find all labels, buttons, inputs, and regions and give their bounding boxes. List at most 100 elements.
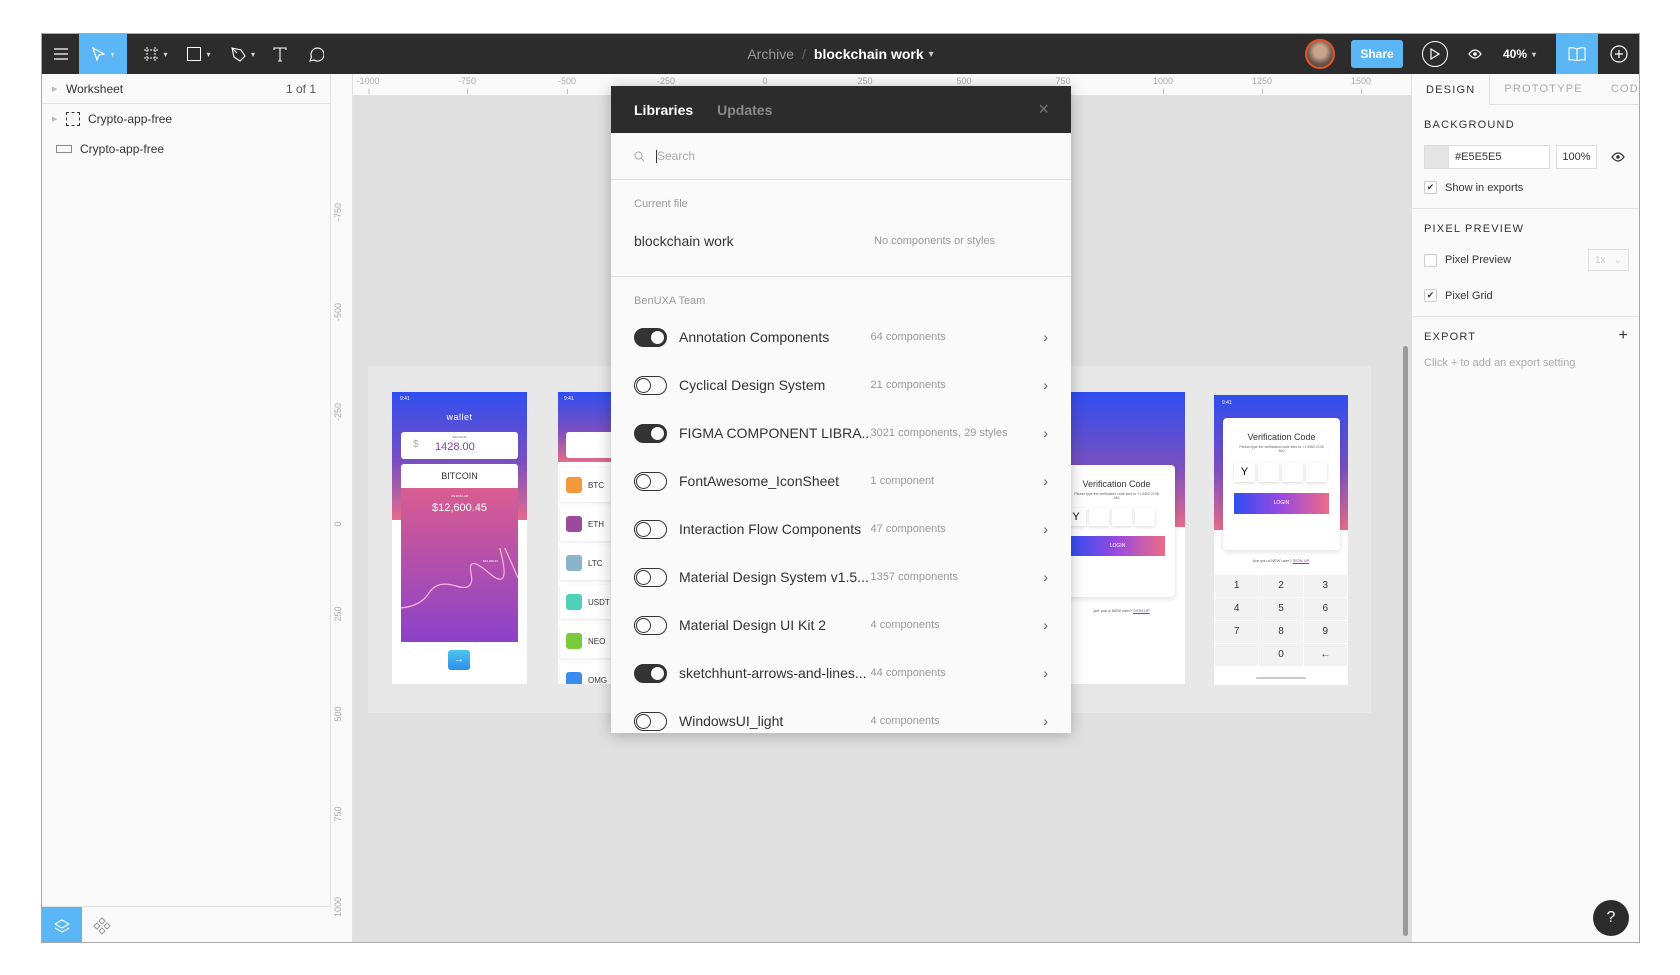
- plugins-button[interactable]: [1598, 34, 1639, 74]
- layer-item[interactable]: ▶ Crypto-app-free: [42, 104, 330, 134]
- verification-screen-2[interactable]: 9:41 Verification Code Please type the v…: [1214, 395, 1348, 685]
- vertical-scrollbar[interactable]: [1403, 346, 1408, 936]
- move-tool-button[interactable]: ▾: [79, 34, 127, 74]
- library-toggle[interactable]: [634, 423, 667, 443]
- library-name: FIGMA COMPONENT LIBRA...: [679, 425, 871, 441]
- pixel-scale-select[interactable]: 1x ⌄: [1588, 249, 1629, 271]
- library-toggle[interactable]: [634, 663, 667, 683]
- current-file-section: Current file blockchain work No componen…: [611, 180, 1071, 277]
- user-avatar[interactable]: [1305, 39, 1335, 69]
- keypad-key: 7: [1215, 621, 1259, 643]
- library-toggle[interactable]: [634, 327, 667, 347]
- library-toggle[interactable]: [634, 567, 667, 587]
- library-row[interactable]: FontAwesome_IconSheet 1 component ›: [634, 457, 1048, 505]
- page-selector[interactable]: ▶ Worksheet 1 of 1: [42, 74, 330, 104]
- chevron-right-icon[interactable]: ›: [1043, 521, 1048, 537]
- ruler-tick: -250: [333, 402, 343, 421]
- library-toggle[interactable]: [634, 375, 667, 395]
- layers-tab[interactable]: [42, 907, 82, 942]
- present-button[interactable]: [1422, 41, 1448, 67]
- layer-item[interactable]: Crypto-app-free: [42, 134, 330, 164]
- library-desc: 1 component: [870, 475, 935, 487]
- chevron-right-icon[interactable]: ›: [1043, 377, 1048, 393]
- verification-screen-1[interactable]: Verification Code Please type the verifi…: [1068, 392, 1185, 684]
- wallet-screen[interactable]: 9:41 wallet $ BALANCE 1428.00 BITCOIN US…: [392, 392, 527, 684]
- library-row[interactable]: WindowsUI_light 4 components ›: [634, 697, 1048, 733]
- comment-tool-button[interactable]: [302, 34, 330, 74]
- shape-tool-button[interactable]: ▾: [181, 34, 217, 74]
- library-desc: 64 components: [870, 331, 946, 343]
- text-tool-button[interactable]: [266, 34, 294, 74]
- keypad-key: 2: [1259, 575, 1303, 597]
- chevron-right-icon[interactable]: ›: [1043, 425, 1048, 441]
- signup-prompt-text: Are you a NEW user?: [1093, 608, 1133, 613]
- library-row[interactable]: Material Design UI Kit 2 4 components ›: [634, 601, 1048, 649]
- chevron-right-icon[interactable]: ›: [1043, 617, 1048, 633]
- ruler-tick: -750: [457, 76, 477, 94]
- coin-icon: [566, 594, 582, 610]
- chevron-right-icon[interactable]: ›: [1043, 569, 1048, 585]
- tab-libraries[interactable]: Libraries: [634, 102, 693, 118]
- zoom-dropdown[interactable]: 40% ▾: [1503, 34, 1536, 74]
- background-color-input[interactable]: #E5E5E5: [1424, 145, 1550, 169]
- tab-code[interactable]: CODE: [1597, 74, 1639, 104]
- pixel-grid-checkbox[interactable]: ✔ Pixel Grid: [1424, 289, 1629, 302]
- tab-prototype[interactable]: PROTOTYPE: [1490, 74, 1596, 104]
- file-name-dropdown[interactable]: blockchain work: [814, 46, 924, 62]
- eye-icon[interactable]: [1611, 152, 1625, 162]
- export-title: EXPORT: [1424, 331, 1477, 343]
- keypad-key: 6: [1303, 598, 1347, 620]
- library-row[interactable]: sketchhunt-arrows-and-lines... 44 compone…: [634, 649, 1048, 697]
- library-row[interactable]: Interaction Flow Components 47 components…: [634, 505, 1048, 553]
- checkbox-empty[interactable]: [1424, 253, 1437, 267]
- verification-title: Verification Code: [1082, 479, 1151, 489]
- ruler-tick: 1250: [1251, 76, 1273, 94]
- expand-icon[interactable]: ▶: [52, 115, 66, 123]
- show-in-exports-checkbox[interactable]: ✔ Show in exports: [1424, 181, 1629, 194]
- balance-value: 1428.00: [435, 441, 475, 453]
- breadcrumb-archive[interactable]: Archive: [747, 46, 794, 62]
- library-name: Cyclical Design System: [679, 377, 826, 393]
- pen-tool-button[interactable]: ▾: [225, 34, 261, 74]
- tab-design[interactable]: DESIGN: [1412, 75, 1491, 105]
- chevron-right-icon[interactable]: ›: [1043, 665, 1048, 681]
- library-row[interactable]: FIGMA COMPONENT LIBRA... 3021 components,…: [634, 409, 1048, 457]
- library-row[interactable]: Material Design System v1.5... 1357 compo…: [634, 553, 1048, 601]
- library-toggle[interactable]: [634, 519, 667, 539]
- properties-tabs: DESIGN PROTOTYPE CODE: [1412, 74, 1639, 105]
- section-title: PIXEL PREVIEW: [1424, 223, 1525, 235]
- hex-value[interactable]: #E5E5E5: [1449, 146, 1501, 168]
- close-icon[interactable]: ×: [1038, 99, 1049, 120]
- frame-tool-button[interactable]: ▾: [138, 34, 174, 74]
- frame-icon: [144, 47, 159, 61]
- chevron-right-icon[interactable]: ›: [1043, 329, 1048, 345]
- main-menu-button[interactable]: [42, 34, 79, 74]
- toggle-knob: [636, 377, 651, 393]
- verification-card: Verification Code Please type the verifi…: [1068, 465, 1175, 597]
- color-swatch[interactable]: [1425, 146, 1449, 168]
- coins-screen[interactable]: 9:41 BTC ETH LTC USDT NEO OMG: [558, 392, 618, 684]
- add-export-button[interactable]: +: [1618, 328, 1629, 344]
- price-value: $12,600.45: [431, 502, 488, 514]
- view-options-button[interactable]: [1462, 34, 1488, 74]
- library-row[interactable]: Cyclical Design System 21 components ›: [634, 361, 1048, 409]
- share-button[interactable]: Share: [1351, 40, 1403, 68]
- tab-updates[interactable]: Updates: [717, 102, 772, 118]
- pixel-preview-checkbox[interactable]: Pixel Preview 1x ⌄: [1424, 249, 1629, 271]
- components-tab[interactable]: [82, 907, 122, 942]
- team-library-button[interactable]: [1556, 34, 1598, 74]
- library-toggle[interactable]: [634, 615, 667, 635]
- library-toggle[interactable]: [634, 711, 667, 731]
- background-section: BACKGROUND #E5E5E5 100% ✔ Show in export…: [1412, 105, 1639, 209]
- library-row[interactable]: Annotation Components 64 components ›: [634, 313, 1048, 361]
- checkmark-icon[interactable]: ✔: [1424, 289, 1437, 302]
- checkmark-icon[interactable]: ✔: [1424, 181, 1437, 194]
- chevron-down-icon: ▾: [1532, 49, 1537, 59]
- library-toggle[interactable]: [634, 471, 667, 491]
- chevron-right-icon[interactable]: ›: [1043, 713, 1048, 729]
- opacity-input[interactable]: 100%: [1556, 145, 1597, 169]
- chevron-right-icon[interactable]: ›: [1043, 473, 1048, 489]
- help-button[interactable]: ?: [1593, 900, 1629, 936]
- layers-icon: [54, 919, 70, 933]
- library-search-input[interactable]: Search: [611, 133, 1071, 180]
